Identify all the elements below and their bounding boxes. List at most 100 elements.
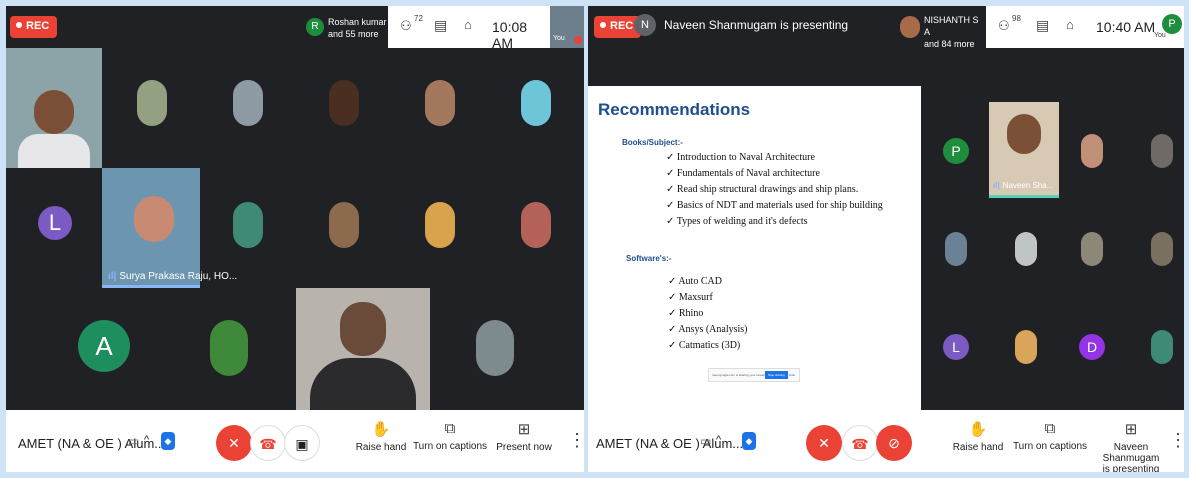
software-heading: Software's:-	[626, 254, 672, 263]
shield-icon[interactable]: ◆	[742, 432, 756, 450]
rec-dot-icon	[16, 22, 22, 28]
presenting-banner: Naveen Shanmugam is presenting	[664, 18, 849, 32]
participant-photo-6[interactable]	[233, 202, 263, 248]
chevron-up-icon[interactable]: ^	[716, 434, 721, 446]
participant-photo-11[interactable]	[476, 320, 514, 376]
participant-tile-video[interactable]	[6, 48, 102, 168]
self-view-tile[interactable]: You	[550, 6, 584, 48]
end-call-button[interactable]: ☎	[250, 425, 286, 461]
participant-avatar-d[interactable]: D	[1079, 334, 1105, 360]
participant-avatar-l[interactable]: L	[38, 206, 72, 240]
participant-avatar-a[interactable]: A	[78, 320, 130, 372]
mic-off-icon: ✕	[228, 435, 240, 451]
naveen-name: Naveen Sha...	[1002, 181, 1054, 190]
shared-screen: Recommendations Books/Subject:- Introduc…	[588, 86, 921, 410]
captions-button[interactable]: ⧉ Turn on captions	[1005, 420, 1095, 452]
active-speaker-tile[interactable]: ıl| Surya Prakasa Raju, HO...	[102, 168, 237, 288]
speaker-face	[134, 196, 174, 242]
camera-button[interactable]: ▣	[284, 425, 320, 461]
participant-avatar-l[interactable]: L	[943, 334, 969, 360]
participant-photo-5[interactable]	[521, 80, 551, 126]
hide-button[interactable]: Hide	[789, 373, 795, 377]
participant-photo-r2[interactable]	[1151, 134, 1173, 168]
recording-badge: REC	[10, 16, 58, 38]
self-label: You	[1154, 32, 1166, 39]
share-bar-text: meet.google.com is sharing your screen.	[712, 373, 767, 377]
participant-photo-10[interactable]	[210, 320, 248, 376]
rec-dot-icon	[600, 22, 606, 28]
end-call-button[interactable]: ☎	[842, 425, 878, 461]
chat-bubble-icon[interactable]: ▭	[700, 434, 711, 448]
participant-face-2	[340, 302, 386, 356]
presenter-chip[interactable]: R Roshan kumar and 55 more	[306, 12, 388, 46]
people-icon[interactable]: ⚇	[998, 18, 1010, 34]
participant-photo-8[interactable]	[425, 202, 455, 248]
participant-tile-video-2[interactable]	[296, 288, 430, 410]
books-heading: Books/Subject:-	[622, 138, 683, 147]
speaker-name: Surya Prakasa Raju, HO...	[119, 271, 238, 282]
stop-sharing-button[interactable]: Stop sharing	[765, 371, 788, 379]
activities-icon[interactable]: ⌂	[464, 17, 472, 32]
screen-share-bar: meet.google.com is sharing your screen. …	[708, 368, 800, 382]
participant-photo-4[interactable]	[425, 80, 455, 126]
top-right-panel: ⚇ 72 ▤ ⌂ 10:08 AM	[388, 6, 550, 51]
book-item: Types of welding and it's defects	[666, 214, 883, 230]
chat-icon[interactable]: ▤	[1036, 17, 1049, 34]
presenter-more: and 55 more	[328, 29, 379, 39]
participant-photo-7[interactable]	[329, 202, 359, 248]
more-vert-icon[interactable]: ⋮	[1169, 430, 1184, 451]
shield-icon[interactable]: ◆	[161, 432, 175, 450]
participant-shirt	[18, 134, 90, 168]
present-now-button[interactable]: ⊞ Present now	[479, 420, 569, 453]
clock: 10:40 AM	[1096, 19, 1156, 35]
participant-photo-2[interactable]	[233, 80, 263, 126]
mic-off-button[interactable]: ✕	[806, 425, 842, 461]
audio-wave-icon: ıl|	[993, 181, 1000, 190]
participant-photo-r1[interactable]	[1081, 134, 1103, 168]
top-bar: REC R Roshan kumar and 55 more ⚇ 72 ▤ ⌂ …	[6, 6, 584, 52]
participant-photo-r5[interactable]	[1081, 232, 1103, 266]
presenter-chip[interactable]: NISHANTH S A and 84 more	[900, 10, 986, 49]
more-vert-icon[interactable]: ⋮	[568, 430, 584, 451]
presenter-name: NISHANTH S A	[924, 15, 979, 37]
tile-row-2: L ıl| Surya Prakasa Raju, HO...	[6, 168, 584, 288]
software-item: Catmatics (3D)	[668, 338, 748, 354]
presenter-more: and 84 more	[924, 39, 975, 49]
chevron-up-icon[interactable]: ^	[144, 434, 149, 446]
mic-off-button[interactable]: ✕	[216, 425, 252, 461]
bottom-control-bar: AMET (NA & OE ) Alum... ▭ ^ ◆ ✕ ☎ ▣ ✋ Rai…	[6, 410, 584, 472]
participant-grid: P ıl| Naveen Sha... L D	[921, 86, 1184, 410]
captions-icon: ⧉	[1044, 420, 1056, 437]
participant-shirt-2	[310, 358, 416, 410]
participant-photo-r3[interactable]	[945, 232, 967, 266]
chat-bubble-icon[interactable]: ▭	[128, 434, 139, 448]
self-avatar[interactable]: P	[1162, 14, 1182, 34]
participant-photo-9[interactable]	[521, 202, 551, 248]
participant-photo-r4[interactable]	[1015, 232, 1037, 266]
bottom-control-bar: AMET (NA & OE ) Alum... ▭ ^ ◆ ✕ ☎ ⊘ ✋ Rai…	[588, 410, 1184, 472]
naveen-video-tile[interactable]: ıl| Naveen Sha...	[989, 102, 1059, 198]
participant-photo-r6[interactable]	[1151, 232, 1173, 266]
participant-face	[34, 90, 74, 134]
participant-photo-3[interactable]	[329, 80, 359, 126]
participant-avatar-p[interactable]: P	[943, 138, 969, 164]
participants-count: 72	[414, 14, 423, 23]
presenter-avatar: R	[306, 18, 324, 36]
activities-icon[interactable]: ⌂	[1066, 17, 1074, 32]
presenter-thumb	[900, 16, 920, 38]
present-icon: ⊞	[517, 421, 531, 438]
top-right-panel: ⚇ 98 ▤ ⌂ 10:40 AM You P	[986, 6, 1184, 48]
naveen-face	[1007, 114, 1041, 154]
top-bar: REC N Naveen Shanmugam is presenting NIS…	[588, 6, 1184, 52]
chat-icon[interactable]: ▤	[434, 17, 447, 34]
slide-title: Recommendations	[598, 100, 751, 119]
participant-photo-r7[interactable]	[1015, 330, 1037, 364]
end-call-icon: ☎	[851, 436, 869, 452]
participant-photo-r8[interactable]	[1151, 330, 1173, 364]
camera-off-button[interactable]: ⊘	[876, 425, 912, 461]
people-icon[interactable]: ⚇	[400, 18, 412, 34]
participant-photo-1[interactable]	[137, 80, 167, 126]
presenting-status-button[interactable]: ⊞ Naveen Shanmugam is presenting	[1086, 420, 1176, 472]
meet-window-right: REC N Naveen Shanmugam is presenting NIS…	[588, 6, 1184, 472]
software-item: Rhino	[668, 306, 748, 322]
